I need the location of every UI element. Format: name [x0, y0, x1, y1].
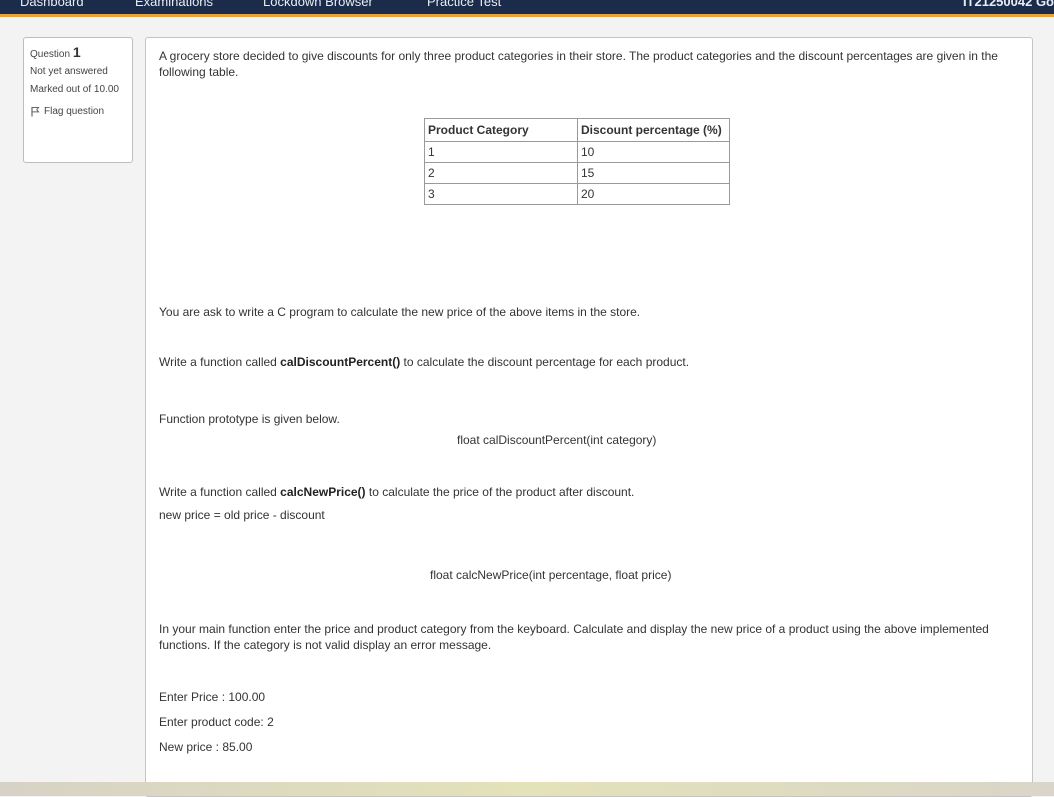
table-header-discount: Discount percentage (%): [577, 118, 730, 142]
paragraph-main-function: In your main function enter the price an…: [159, 622, 989, 652]
sample-line: Enter Price : 100.00: [159, 690, 266, 704]
flag-question-button[interactable]: Flag question: [30, 106, 126, 117]
prototype-calcnewprice: float calcNewPrice(int percentage, float…: [430, 568, 672, 582]
table-cell: 15: [577, 162, 730, 184]
paragraph-function1-pre: Write a function called: [159, 355, 281, 369]
nav-practice-test[interactable]: Practice Test: [427, 0, 501, 9]
table-header-row: Product Category Discount percentage (%): [424, 118, 730, 142]
paragraph-function2: Write a function called calcNewPrice() t…: [159, 484, 634, 500]
discount-table: Product Category Discount percentage (%)…: [424, 118, 730, 205]
paragraph-function1: Write a function called calDiscountPerce…: [159, 354, 689, 370]
table-row: 3 20: [424, 183, 730, 205]
paragraph-function1-post: to calculate the discount percentage for…: [400, 355, 690, 369]
paragraph-task: You are ask to write a C program to calc…: [159, 305, 641, 319]
nav-lockdown-browser[interactable]: Lockdown Browser: [263, 0, 373, 9]
paragraph-function2-pre: Write a function called: [159, 485, 281, 499]
question-intro: A grocery store decided to give discount…: [159, 49, 998, 79]
sample-line: Enter product code: 2: [159, 715, 274, 729]
top-navbar: Dashboard Examinations Lockdown Browser …: [0, 0, 1054, 17]
table-row: 2 15: [424, 162, 730, 184]
table-cell: 1: [424, 141, 578, 163]
nav-dashboard[interactable]: Dashboard: [20, 0, 84, 9]
paragraph-function2-post: to calculate the price of the product af…: [365, 485, 635, 499]
flag-question-label: Flag question: [44, 106, 105, 117]
question-label: Question: [30, 49, 71, 60]
table-row: 1 10: [424, 141, 730, 163]
user-id[interactable]: IT21250042 Go: [963, 0, 1054, 9]
table-header-category: Product Category: [424, 118, 578, 142]
table-cell: 20: [577, 183, 730, 205]
question-number: 1: [72, 44, 81, 60]
question-content: A grocery store decided to give discount…: [145, 37, 1033, 797]
table-cell: 10: [577, 141, 730, 163]
keyword-calcnewprice: calcNewPrice(): [280, 485, 366, 499]
bottom-edge: [0, 782, 1054, 796]
prototype-caldiscountpercent: float calDiscountPercent(int category): [457, 433, 657, 447]
flag-icon: [30, 106, 40, 117]
sample-line: New price : 85.00: [159, 740, 253, 754]
formula-line: new price = old price - discount: [159, 508, 325, 522]
question-status: Not yet answered: [30, 66, 108, 77]
question-info-panel: Question 1 Not yet answered Marked out o…: [23, 37, 133, 163]
nav-examinations[interactable]: Examinations: [135, 0, 213, 9]
table-cell: 3: [424, 183, 578, 205]
keyword-caldiscountpercent: calDiscountPercent(): [280, 355, 401, 369]
table-cell: 2: [424, 162, 578, 184]
question-number-row: Question 1: [30, 44, 126, 60]
question-marks: Marked out of 10.00: [30, 84, 119, 95]
paragraph-prototype-intro: Function prototype is given below.: [159, 412, 340, 426]
